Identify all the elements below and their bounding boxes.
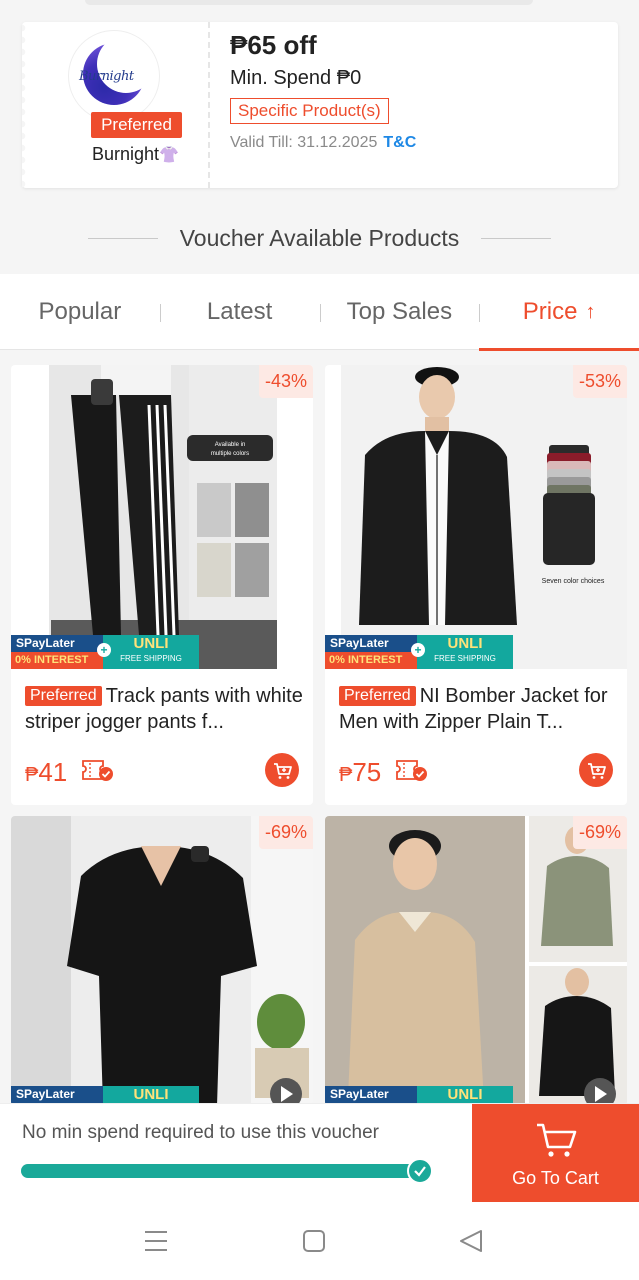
- voucher-validity: Valid Till: 31.12.2025 T&C: [230, 134, 416, 152]
- spaylater-badge: SPayLater 0% INTEREST: [11, 635, 103, 669]
- plus-icon: +: [97, 643, 111, 657]
- free-shipping-badge: UNLI FREE SHIPPING: [417, 635, 513, 669]
- discount-badge: -69%: [258, 816, 313, 849]
- discount-badge: -69%: [572, 816, 627, 849]
- menu-icon[interactable]: [145, 1231, 167, 1251]
- price-value: 41: [38, 757, 68, 787]
- free-shipping-icon: [82, 760, 113, 781]
- voucher-info: ₱65 off Min. Spend ₱0 Specific Product(s…: [230, 30, 416, 152]
- preferred-tag: Preferred: [339, 686, 416, 706]
- shop-name-text: Burnight: [92, 144, 160, 164]
- free-shipping-icon: [396, 760, 427, 781]
- voucher-perforation: [22, 22, 28, 188]
- add-to-cart-button[interactable]: [579, 753, 613, 787]
- voucher-progress-bar: No min spend required to use this vouche…: [0, 1103, 639, 1203]
- promo-banner: SPayLater 0% INTEREST UNLI FREE SHIPPING…: [325, 635, 515, 669]
- discount-badge: -43%: [258, 365, 313, 398]
- section-title: Voucher Available Products: [179, 224, 460, 251]
- product-image[interactable]: Available in multiple colors -43% SPayLa…: [11, 365, 313, 669]
- product-card[interactable]: -69% SPayLater 0% INTEREST UNLI: [325, 816, 627, 1106]
- add-to-cart-button[interactable]: [265, 753, 299, 787]
- go-to-cart-label: Go To Cart: [512, 1168, 599, 1188]
- voucher-amount: ₱65 off: [230, 30, 317, 60]
- tab-popular[interactable]: Popular: [0, 274, 160, 350]
- product-card[interactable]: -69% SPayLater 0% INTEREST UNLI: [11, 816, 313, 1106]
- shop-logo-text: Burnight: [79, 69, 134, 84]
- unli-label: UNLI: [133, 1086, 169, 1103]
- back-icon[interactable]: [460, 1230, 482, 1252]
- tab-price[interactable]: Price ↑: [479, 274, 639, 351]
- free-shipping-label: FREE SHIPPING: [120, 654, 182, 663]
- spend-progress-fill: [21, 1164, 429, 1178]
- spaylater-label: SPayLater: [11, 635, 103, 652]
- track-pants-photo: Available in multiple colors: [49, 365, 277, 669]
- black-shirt-photo: [11, 816, 313, 1106]
- currency-symbol: ₱: [25, 764, 39, 786]
- heading-rule-left: [87, 237, 158, 239]
- cart-icon: [274, 763, 292, 779]
- moon-icon-cutout: [97, 35, 155, 93]
- unli-label: UNLI: [447, 635, 483, 652]
- heading-rule-right: [481, 237, 552, 239]
- spaylater-label: SPayLater: [11, 1086, 103, 1103]
- shop-info[interactable]: Burnight Preferred Burnight👚: [44, 28, 184, 178]
- check-circle-icon: [407, 1158, 433, 1184]
- voucher-divider: [208, 22, 210, 188]
- polo-shirt-photo: [325, 816, 627, 1106]
- cart-icon: [588, 763, 606, 779]
- interest-label: 0% INTEREST: [325, 652, 417, 669]
- unli-label: UNLI: [447, 1086, 483, 1103]
- system-navigation-bar: [0, 1202, 639, 1280]
- no-min-spend-text: No min spend required to use this vouche…: [22, 1122, 379, 1143]
- scroll-handle: [85, 0, 533, 5]
- voucher-min-spend: Min. Spend ₱0: [230, 67, 362, 89]
- discount-badge: -53%: [572, 365, 627, 398]
- shopping-cart-icon: [537, 1123, 577, 1157]
- interest-label: 0% INTEREST: [11, 652, 103, 669]
- voucher-scope-tag: Specific Product(s): [230, 98, 389, 124]
- price-value: 75: [352, 757, 382, 787]
- product-price: ₱41: [25, 757, 67, 788]
- spend-progress: [21, 1158, 433, 1184]
- tshirt-icon: 👚: [159, 147, 179, 164]
- product-price: ₱75: [339, 757, 381, 788]
- spaylater-label: SPayLater: [325, 1086, 417, 1103]
- product-card[interactable]: Seven color choices -53% SPayLater 0% IN…: [325, 365, 627, 805]
- tab-top-sales[interactable]: Top Sales: [319, 274, 480, 350]
- free-shipping-label: FREE SHIPPING: [434, 654, 496, 663]
- tab-price-label: Price: [522, 298, 578, 325]
- product-title[interactable]: Preferred Track pants with white striper …: [25, 683, 305, 735]
- image-caption: Available in: [215, 442, 246, 448]
- bomber-jacket-photo: Seven color choices: [341, 365, 627, 669]
- voucher-valid-till: Valid Till: 31.12.2025: [230, 134, 378, 151]
- plus-icon: +: [411, 643, 425, 657]
- section-heading: Voucher Available Products: [0, 218, 639, 258]
- image-caption: Seven color choices: [542, 578, 605, 585]
- sort-tabs: Popular Latest Top Sales Price ↑: [0, 274, 639, 351]
- preferred-badge: Preferred: [91, 112, 182, 138]
- tc-link[interactable]: T&C: [383, 134, 416, 151]
- shop-name[interactable]: Burnight👚: [44, 144, 224, 165]
- spaylater-badge: SPayLater 0% INTEREST: [325, 635, 417, 669]
- preferred-tag: Preferred: [25, 686, 102, 706]
- product-image[interactable]: -69% SPayLater 0% INTEREST UNLI: [325, 816, 627, 1106]
- unli-label: UNLI: [133, 635, 169, 652]
- voucher-card: Burnight Preferred Burnight👚 ₱65 off Min…: [22, 22, 618, 188]
- product-image[interactable]: Seven color choices -53% SPayLater 0% IN…: [325, 365, 627, 669]
- home-icon[interactable]: [303, 1230, 325, 1252]
- product-title[interactable]: Preferred NI Bomber Jacket for Men with Z…: [339, 683, 619, 735]
- spaylater-label: SPayLater: [325, 635, 417, 652]
- tab-latest[interactable]: Latest: [159, 274, 320, 350]
- sort-arrow-up-icon: ↑: [585, 300, 596, 323]
- image-caption-2: multiple colors: [211, 451, 249, 457]
- shop-logo[interactable]: Burnight: [68, 30, 160, 122]
- product-image[interactable]: -69% SPayLater 0% INTEREST UNLI: [11, 816, 313, 1106]
- product-card[interactable]: Available in multiple colors -43% SPayLa…: [11, 365, 313, 805]
- free-shipping-badge: UNLI FREE SHIPPING: [103, 635, 199, 669]
- go-to-cart-button[interactable]: Go To Cart: [472, 1104, 639, 1203]
- currency-symbol: ₱: [339, 764, 353, 786]
- promo-banner: SPayLater 0% INTEREST UNLI FREE SHIPPING…: [11, 635, 201, 669]
